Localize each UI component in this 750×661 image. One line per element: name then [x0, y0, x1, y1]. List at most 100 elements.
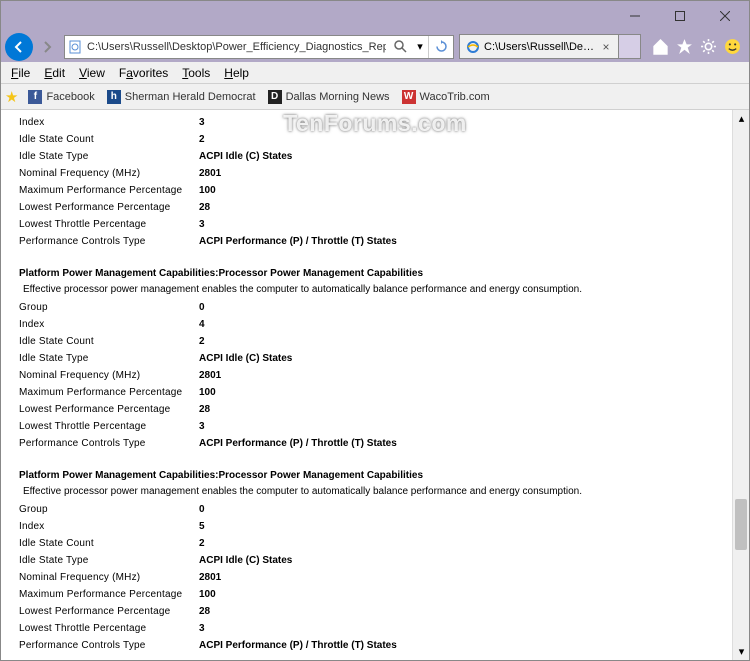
property-key: Nominal Frequency (MHz) [19, 570, 199, 586]
property-key: Index [19, 519, 199, 535]
property-row: Group0 [19, 502, 737, 518]
property-value: 100 [199, 587, 216, 603]
property-value: ACPI Performance (P) / Throttle (T) Stat… [199, 234, 397, 250]
property-value: 5 [199, 519, 205, 535]
property-key: Lowest Throttle Percentage [19, 419, 199, 435]
menu-file[interactable]: File [5, 64, 36, 82]
bookmark-item[interactable]: DDallas Morning News [268, 90, 390, 104]
property-value: 2 [199, 334, 205, 350]
bookmark-label: Facebook [46, 91, 94, 103]
property-value: ACPI Performance (P) / Throttle (T) Stat… [199, 436, 397, 452]
property-key: Lowest Throttle Percentage [19, 217, 199, 233]
property-value: 3 [199, 419, 205, 435]
property-row: Maximum Performance Percentage100 [19, 587, 737, 603]
property-key: Maximum Performance Percentage [19, 183, 199, 199]
bookmark-item[interactable]: WWacoTrib.com [402, 90, 490, 104]
property-key: Nominal Frequency (MHz) [19, 368, 199, 384]
bookmark-item[interactable]: hSherman Herald Democrat [107, 90, 256, 104]
property-value: 2801 [199, 166, 221, 182]
property-key: Performance Controls Type [19, 638, 199, 654]
tab-active[interactable]: C:\Users\Russell\Desktop\P... × [459, 34, 619, 59]
back-button[interactable] [5, 33, 33, 61]
close-button[interactable] [702, 2, 747, 30]
property-row: Lowest Throttle Percentage3 [19, 217, 737, 233]
property-row: Performance Controls TypeACPI Performanc… [19, 436, 737, 452]
property-row: Lowest Performance Percentage28 [19, 200, 737, 216]
section-description: Effective processor power management ena… [23, 282, 737, 298]
property-value: 0 [199, 300, 205, 316]
address-input[interactable] [85, 41, 388, 53]
scroll-up-button[interactable]: ▴ [733, 110, 749, 127]
property-row: Idle State Count2 [19, 132, 737, 148]
toolbar-right [647, 38, 745, 56]
property-row: Idle State TypeACPI Idle (C) States [19, 553, 737, 569]
tab-label: C:\Users\Russell\Desktop\P... [484, 41, 596, 53]
report-content: Index3Idle State Count2Idle State TypeAC… [1, 110, 749, 659]
bookmark-icon: f [28, 90, 42, 104]
bookmark-icon: W [402, 90, 416, 104]
forward-button[interactable] [35, 35, 59, 59]
scroll-track[interactable] [733, 127, 749, 643]
property-row: Lowest Performance Percentage28 [19, 402, 737, 418]
favorites-star-icon[interactable]: ★ [5, 88, 18, 106]
menu-view[interactable]: View [73, 64, 111, 82]
property-key: Maximum Performance Percentage [19, 587, 199, 603]
new-tab-button[interactable] [619, 34, 641, 59]
tab-strip: C:\Users\Russell\Desktop\P... × [459, 34, 641, 60]
property-value: 3 [199, 621, 205, 637]
property-value: 2 [199, 536, 205, 552]
property-row: Nominal Frequency (MHz)2801 [19, 570, 737, 586]
address-bar: ▾ [64, 35, 454, 59]
refresh-button[interactable] [429, 36, 453, 58]
property-key: Maximum Performance Percentage [19, 385, 199, 401]
page-icon [65, 40, 85, 54]
bookmark-icon: D [268, 90, 282, 104]
maximize-button[interactable] [657, 2, 702, 30]
property-row: Idle State TypeACPI Idle (C) States [19, 149, 737, 165]
property-key: Idle State Type [19, 351, 199, 367]
favorites-icon[interactable] [675, 38, 693, 56]
property-key: Group [19, 502, 199, 518]
property-key: Lowest Performance Percentage [19, 200, 199, 216]
property-row: Group0 [19, 300, 737, 316]
tab-close-icon[interactable]: × [600, 40, 612, 54]
property-key: Idle State Count [19, 334, 199, 350]
scroll-thumb[interactable] [735, 499, 747, 551]
menu-edit[interactable]: Edit [38, 64, 71, 82]
property-key: Idle State Type [19, 553, 199, 569]
smiley-icon[interactable] [723, 38, 741, 56]
search-button[interactable] [388, 36, 412, 58]
property-value: 2801 [199, 570, 221, 586]
property-key: Group [19, 300, 199, 316]
property-value: ACPI Performance (P) / Throttle (T) Stat… [199, 638, 397, 654]
property-value: 4 [199, 317, 205, 333]
property-key: Performance Controls Type [19, 234, 199, 250]
bookmarks-bar: ★ f Facebook hSherman Herald Democrat DDall… [1, 84, 749, 110]
property-value: 100 [199, 385, 216, 401]
property-row: Lowest Performance Percentage28 [19, 604, 737, 620]
menu-tools[interactable]: Tools [176, 64, 216, 82]
scroll-down-button[interactable]: ▾ [733, 643, 749, 660]
minimize-button[interactable] [612, 2, 657, 30]
property-key: Nominal Frequency (MHz) [19, 166, 199, 182]
menu-help[interactable]: Help [218, 64, 255, 82]
property-value: 2801 [199, 368, 221, 384]
property-row: Performance Controls TypeACPI Performanc… [19, 638, 737, 654]
property-row: Lowest Throttle Percentage3 [19, 419, 737, 435]
vertical-scrollbar[interactable]: ▴ ▾ [732, 110, 749, 660]
property-key: Lowest Performance Percentage [19, 402, 199, 418]
home-icon[interactable] [651, 38, 669, 56]
property-row: Lowest Throttle Percentage3 [19, 621, 737, 637]
navigation-bar: ▾ C:\Users\Russell\Desktop\P... × [1, 31, 749, 62]
property-value: 0 [199, 502, 205, 518]
tools-icon[interactable] [699, 38, 717, 56]
dropdown-button[interactable]: ▾ [412, 36, 428, 58]
property-key: Lowest Performance Percentage [19, 604, 199, 620]
bookmark-item[interactable]: f Facebook [28, 90, 94, 104]
property-row: Idle State Count2 [19, 334, 737, 350]
menu-favorites[interactable]: Favorites [113, 64, 174, 82]
property-value: 3 [199, 217, 205, 233]
bookmark-icon: h [107, 90, 121, 104]
property-key: Idle State Count [19, 536, 199, 552]
property-value: 100 [199, 183, 216, 199]
